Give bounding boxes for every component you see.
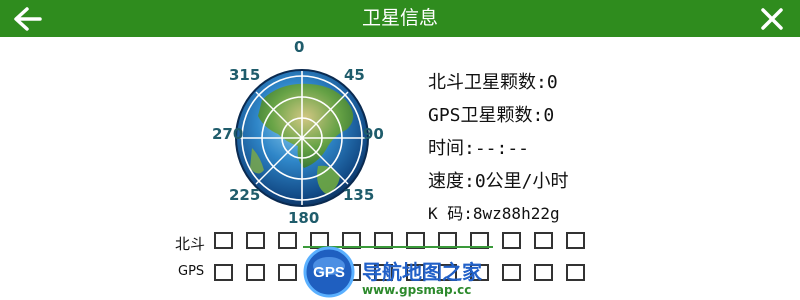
title-bar: 卫星信息 xyxy=(0,0,800,37)
page-title: 卫星信息 xyxy=(361,7,438,29)
watermark-url: www.gpsmap.cc xyxy=(362,283,472,297)
watermark-text: 导航地图之家 xyxy=(362,260,482,284)
direction-label-270: 270 xyxy=(212,125,244,143)
direction-label-45: 45 xyxy=(344,66,365,84)
beidou-signal-box xyxy=(214,232,233,249)
beidou-signal-label: 北斗 xyxy=(175,235,206,253)
direction-label-315: 315 xyxy=(229,66,261,84)
gps-signal-box xyxy=(278,264,297,281)
watermark-badge: GPS xyxy=(313,264,345,281)
gps-signal-label: GPS xyxy=(178,264,205,279)
close-icon[interactable] xyxy=(758,5,786,33)
gps-signal-box xyxy=(246,264,265,281)
k-code: K 码:8wz88h22g xyxy=(428,204,560,223)
direction-label-0: 0 xyxy=(294,38,305,56)
beidou-signal-box xyxy=(534,232,553,249)
direction-label-135: 135 xyxy=(343,186,375,204)
beidou-count: 北斗卫星颗数:0 xyxy=(428,72,558,93)
gps-count: GPS卫星颗数:0 xyxy=(428,105,555,126)
direction-label-90: 90 xyxy=(363,125,384,143)
gps-signal-box xyxy=(214,264,233,281)
time-value: 时间:--:-- xyxy=(428,138,530,159)
gps-signal-box xyxy=(566,264,585,281)
gps-signal-box xyxy=(534,264,553,281)
beidou-signal-box xyxy=(278,232,297,249)
speed-value: 速度:0公里/小时 xyxy=(428,171,569,192)
direction-label-180: 180 xyxy=(288,209,320,227)
beidou-signal-box xyxy=(246,232,265,249)
satellite-compass: 0 45 90 135 180 225 270 315 xyxy=(200,38,405,228)
beidou-signal-box xyxy=(566,232,585,249)
direction-label-225: 225 xyxy=(229,186,261,204)
